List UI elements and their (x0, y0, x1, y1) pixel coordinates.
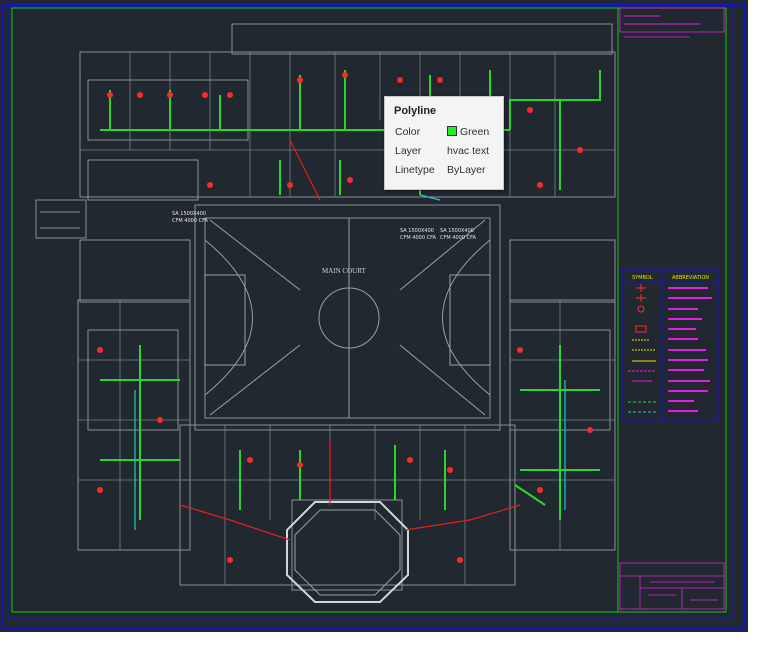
object-properties-tooltip: Polyline Color Green Layer hvac text Lin… (384, 96, 504, 190)
court-label: MAIN COURT (322, 267, 366, 275)
tooltip-layer-value: hvac text (447, 145, 490, 157)
legend-abbrev-header: ABBREVIATION (672, 275, 709, 281)
duct-tag-a-line2: CFM 4000 CFA (172, 218, 208, 224)
duct-tag-b-line1: SA 1500X400 (400, 228, 434, 234)
diffuser-markers (97, 72, 593, 563)
tooltip-color-value: Green (447, 126, 489, 138)
symbol-legend: SYMBOL ABBREVIATION (621, 269, 719, 421)
duct-tag-c-line2: CFM 4000 CFA (440, 235, 476, 241)
green-color-swatch-icon (447, 126, 457, 136)
legend-symbol-header: SYMBOL (632, 275, 653, 281)
duct-tag-b-line2: CFM 4000 CFA (400, 235, 436, 241)
tooltip-linetype-value: ByLayer (447, 164, 486, 176)
octagon-lobby (294, 509, 401, 596)
sheet-border (11, 7, 727, 613)
duct-tag-c-line1: SA 1500X400 (440, 228, 474, 234)
inner-border (7, 5, 734, 619)
tooltip-color-text: Green (460, 126, 490, 138)
octagon-duct (286, 501, 409, 603)
outer-border (2, 3, 745, 629)
drawing-viewport[interactable]: MAIN COURT SA 1500X400 CFM 4000 CFA SA 1… (0, 0, 748, 632)
tooltip-color-label: Color (395, 126, 421, 138)
duct-tag-a-line1: SA 1500X400 (172, 211, 206, 217)
tooltip-layer-label: Layer (395, 145, 422, 157)
tooltip-linetype-label: Linetype (395, 164, 435, 176)
tooltip-title: Polyline (394, 105, 437, 117)
hvac-duct-network (100, 70, 601, 520)
room-partitions (78, 52, 615, 585)
cad-drawing-canvas[interactable]: MAIN COURT SA 1500X400 CFM 4000 CFA SA 1… (0, 0, 748, 632)
basketball-court (204, 218, 491, 418)
